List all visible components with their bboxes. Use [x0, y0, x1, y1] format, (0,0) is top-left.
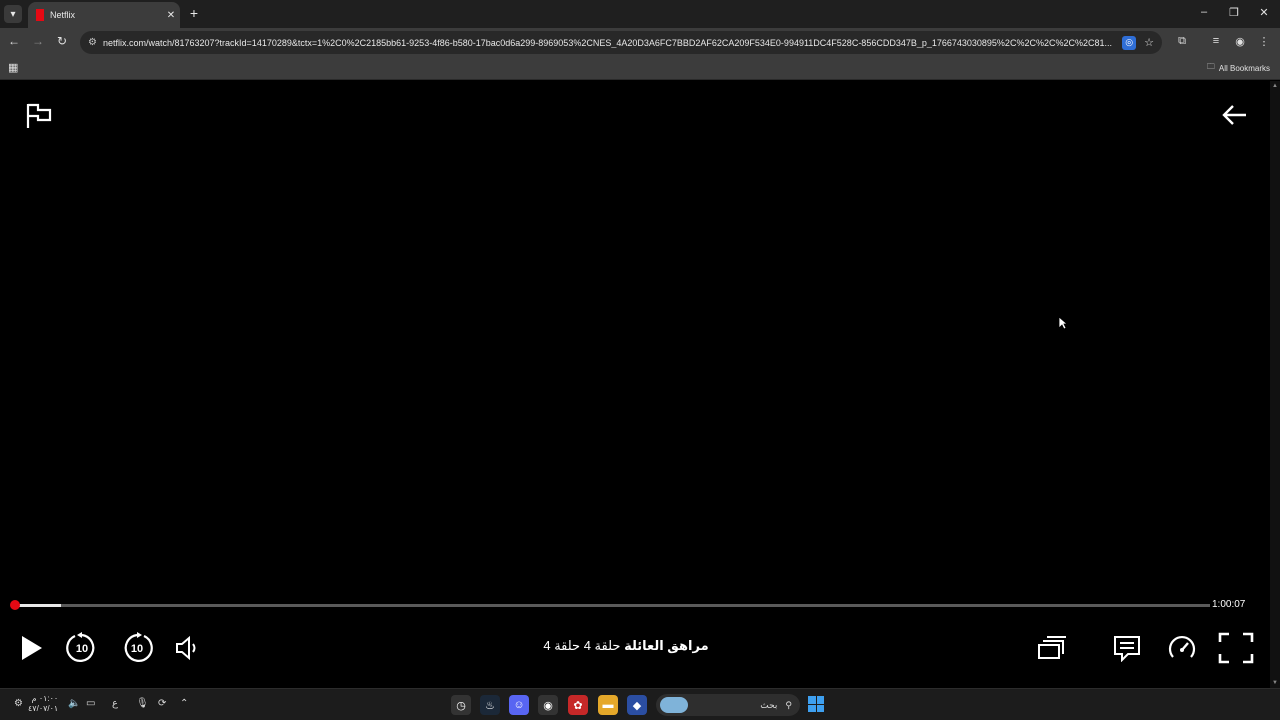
app-icon-red[interactable]: ✿: [568, 695, 588, 715]
episodes-button[interactable]: [1034, 630, 1070, 666]
app-icon-blue[interactable]: ◆: [627, 695, 647, 715]
restore-icon[interactable]: ❐: [1226, 6, 1242, 19]
clock[interactable]: ٠١:٠٠ م ٤٧/٠٧/٠١: [28, 694, 58, 714]
extensions-icon[interactable]: ⧉: [1174, 35, 1190, 48]
all-bookmarks-label: All Bookmarks: [1218, 63, 1270, 73]
volume-icon: [176, 635, 196, 661]
show-title: مراهق العائلة: [624, 638, 709, 653]
forward-10-icon: 10: [124, 632, 153, 662]
windows-start-icon[interactable]: [808, 696, 824, 712]
sync-tray-icon[interactable]: ⟳: [158, 698, 166, 709]
back-to-browse-icon[interactable]: [1218, 100, 1252, 130]
media-controls-icon[interactable]: ≡: [1208, 35, 1224, 47]
network-tray-icon[interactable]: ▭: [86, 698, 95, 709]
rewind-10-button[interactable]: 10: [64, 630, 100, 666]
new-tab-icon[interactable]: +: [186, 5, 202, 21]
translate-icon[interactable]: ◎: [1122, 35, 1137, 50]
time-remaining: 1:00:07: [1212, 599, 1246, 610]
url-text[interactable]: netflix.com/watch/81763207?trackId=14170…: [103, 38, 1122, 48]
episodes-icon: [1038, 636, 1066, 659]
playback-speed-button[interactable]: [1164, 630, 1200, 666]
file-explorer-icon[interactable]: ▬: [598, 695, 618, 715]
browser-tab-strip: ▾ Netflix ✕ + – ❐ ✕: [0, 0, 1280, 28]
apps-grid-icon[interactable]: ▦: [8, 61, 18, 74]
microphone-tray-icon[interactable]: 🎙: [136, 698, 149, 709]
folder-icon: 🗀: [1206, 62, 1215, 71]
show-hidden-icons-chevron-icon[interactable]: ⌃: [180, 698, 188, 709]
language-indicator[interactable]: ع: [112, 698, 118, 709]
reload-icon[interactable]: ↻: [54, 34, 70, 48]
speaker-tray-icon[interactable]: 🔈: [68, 698, 80, 709]
clock-time: ٠١:٠٠ م: [31, 694, 59, 703]
tab-search-icon[interactable]: ▾: [4, 5, 22, 23]
rewind-10-icon: 10: [66, 632, 95, 662]
netflix-favicon-icon: [36, 9, 44, 21]
discord-icon[interactable]: ☺: [509, 695, 529, 715]
browser-toolbar: ← → ↻ ⚙ netflix.com/watch/81763207?track…: [0, 28, 1280, 56]
steam-icon[interactable]: ♨: [480, 695, 500, 715]
search-icon: ⚲: [785, 699, 792, 710]
scroll-up-icon[interactable]: ▲: [1272, 83, 1278, 89]
buffered-progress: [14, 604, 61, 607]
volume-button[interactable]: [169, 630, 205, 666]
subtitles-icon: [1114, 636, 1140, 662]
search-highlight-icon: [660, 697, 688, 713]
episode-title: مراهق العائلة حلقة 4 حلقة 4: [440, 638, 812, 654]
report-problem-flag-icon[interactable]: [24, 100, 56, 130]
minimize-icon[interactable]: –: [1196, 6, 1212, 18]
forward-nav-icon[interactable]: →: [30, 34, 46, 48]
menu-icon[interactable]: ⋮: [1256, 35, 1272, 48]
fullscreen-button[interactable]: [1218, 630, 1254, 666]
bookmark-star-icon[interactable]: ☆: [1144, 36, 1154, 49]
play-button[interactable]: [12, 630, 48, 666]
tab-close-icon[interactable]: ✕: [162, 10, 180, 21]
clock-date: ٤٧/٠٧/٠١: [28, 704, 59, 713]
fullscreen-icon: [1218, 632, 1254, 664]
site-info-icon[interactable]: ⚙: [88, 37, 97, 48]
settings-tray-icon[interactable]: ⚙: [14, 698, 23, 709]
svg-text:10: 10: [131, 643, 143, 655]
scroll-down-icon[interactable]: ▼: [1272, 680, 1278, 686]
taskbar-search[interactable]: بحث ⚲: [656, 694, 800, 716]
play-icon: [22, 636, 42, 660]
tab-title: Netflix: [50, 10, 76, 20]
address-bar[interactable]: ⚙ netflix.com/watch/81763207?trackId=141…: [80, 31, 1162, 54]
video-player[interactable]: [0, 81, 1270, 688]
forward-10-button[interactable]: 10: [119, 630, 155, 666]
mouse-cursor-icon: [1058, 316, 1069, 330]
episode-label: حلقة 4 حلقة 4: [543, 638, 621, 653]
all-bookmarks-button[interactable]: 🗀 All Bookmarks: [1207, 61, 1270, 75]
window-close-icon[interactable]: ✕: [1256, 6, 1272, 19]
windows-taskbar: ⚙ ٠١:٠٠ م ٤٧/٠٧/٠١ 🔈 ▭ ع 🎙 ⟳ ⌃ ◷ ♨ ☺ ◉ ✿…: [0, 688, 1280, 720]
search-placeholder: بحث: [760, 699, 778, 710]
app-icon-1[interactable]: ◷: [451, 695, 471, 715]
svg-text:10: 10: [76, 643, 88, 655]
speed-gauge-icon: [1168, 635, 1196, 658]
back-nav-icon[interactable]: ←: [6, 34, 22, 48]
chrome-icon[interactable]: ◉: [538, 695, 558, 715]
progress-bar[interactable]: [10, 600, 1210, 610]
tab-netflix[interactable]: Netflix ✕: [28, 2, 180, 28]
subtitles-button[interactable]: [1109, 630, 1145, 666]
bookmarks-bar: ▦ 🗀 All Bookmarks: [0, 56, 1280, 80]
page-scrollbar[interactable]: ▲ ▼: [1270, 81, 1280, 688]
profile-icon[interactable]: ◉: [1232, 35, 1248, 48]
